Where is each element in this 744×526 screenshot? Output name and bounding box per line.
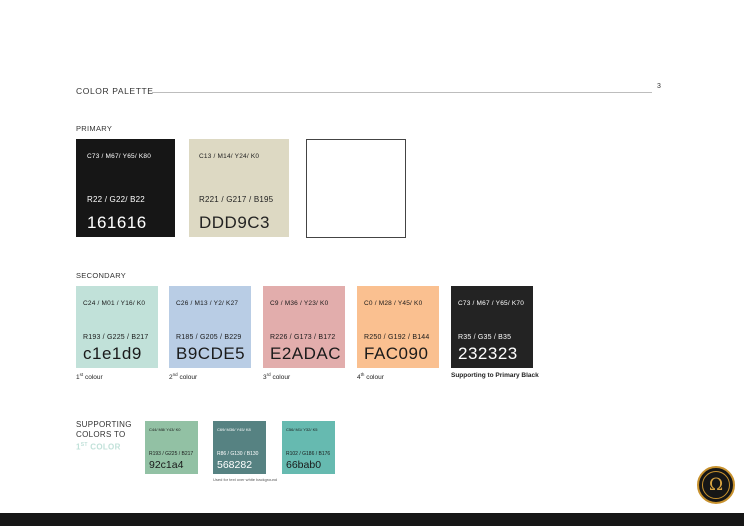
swatch-cmyk: C13 / M14/ Y24/ K0 — [199, 153, 260, 160]
swatch-hex: c1e1d9 — [83, 344, 142, 363]
swatch-rgb: R102 / G186 / B176 — [286, 451, 331, 457]
swatch-hex: B9CDE5 — [176, 344, 246, 363]
caption-2nd-colour: 2nd colour — [169, 372, 198, 382]
caption-4th-colour: 4th colour — [357, 372, 384, 382]
logo-glyph: Ω — [708, 475, 724, 495]
caption-3rd-colour: 3rd colour — [263, 372, 291, 382]
swatch-rgb: R250 / G192 / B144 — [364, 334, 430, 341]
swatch-primary-beige: C13 / M14/ Y24/ K0 R221 / G217 / B195 DD… — [189, 139, 289, 237]
supporting-title-accent: 1ST COLOR — [76, 442, 121, 452]
swatch-primary-black: C73 / M67/ Y65/ K80 R22 / G22/ B22 16161… — [76, 139, 175, 237]
swatch-cmyk: C9 / M36 / Y23/ K0 — [270, 300, 329, 307]
swatch-cmyk: C73 / M67/ Y65/ K80 — [87, 153, 152, 160]
swatch-rgb: R35 / G35 / B35 — [458, 334, 512, 341]
page-title: COLOR PALETTE — [76, 86, 154, 96]
swatch-hex: 568282 — [217, 459, 253, 471]
swatch-cmyk: C24 / M01 / Y16/ K0 — [83, 300, 146, 307]
footer-bar — [0, 513, 744, 526]
logo-ring: Ω — [702, 471, 730, 499]
swatch-supporting-sage: C44/ M8/ Y43/ K0 R193 / G225 / B217 92c1… — [145, 421, 198, 474]
swatch-supporting-teal-dark: C69/ M36/ Y45/ K8 R86 / G130 / B130 5682… — [213, 421, 266, 474]
primary-label: PRIMARY — [76, 124, 113, 133]
swatch-cmyk: C69/ M36/ Y45/ K8 — [217, 427, 251, 432]
swatch-rgb: R221 / G217 / B195 — [199, 195, 274, 204]
swatch-secondary-charcoal: C73 / M67 / Y65/ K70 R35 / G35 / B35 232… — [451, 286, 533, 368]
page-number: 3 — [657, 83, 661, 90]
supporting-note: Used for text over white background — [213, 477, 278, 482]
swatch-hex: 92c1a4 — [149, 459, 184, 471]
swatch-cmyk: C44/ M8/ Y43/ K0 — [149, 427, 181, 432]
swatch-hex: E2ADAC — [270, 344, 342, 363]
swatch-hex: 232323 — [458, 344, 518, 363]
swatch-secondary-blue: C26 / M13 / Y2/ K27 R185 / G205 / B229 B… — [169, 286, 251, 368]
swatch-hex: DDD9C3 — [199, 213, 271, 232]
swatch-cmyk: C56/ M1/ Y32/ K5 — [286, 427, 318, 432]
brand-logo-icon: Ω — [697, 466, 735, 504]
swatch-cmyk: C0 / M28 / Y45/ K0 — [364, 300, 423, 307]
swatch-rgb: R193 / G225 / B217 — [149, 451, 194, 457]
secondary-label: SECONDARY — [76, 271, 127, 280]
swatch-secondary-pink: C9 / M36 / Y23/ K0 R226 / G173 / B172 E2… — [263, 286, 345, 368]
swatch-primary-white — [306, 139, 406, 238]
swatch-rgb: R86 / G130 / B130 — [217, 451, 259, 457]
swatch-secondary-mint: C24 / M01 / Y16/ K0 R193 / G225 / B217 c… — [76, 286, 158, 368]
swatch-supporting-teal: C56/ M1/ Y32/ K5 R102 / G186 / B176 66ba… — [282, 421, 335, 474]
swatch-rgb: R193 / G225 / B217 — [83, 334, 149, 341]
swatch-cmyk: C26 / M13 / Y2/ K27 — [176, 300, 239, 307]
swatch-rgb: R226 / G173 / B172 — [270, 334, 336, 341]
swatch-hex: 66bab0 — [286, 459, 322, 471]
swatch-secondary-peach: C0 / M28 / Y45/ K0 R250 / G192 / B144 FA… — [357, 286, 439, 368]
caption-1st-colour: 1st colour — [76, 372, 103, 382]
swatch-hex: FAC090 — [364, 344, 429, 363]
swatch-rgb: R185 / G205 / B229 — [176, 334, 242, 341]
supporting-title: SUPPORTING COLORS TO 1ST COLOR — [76, 420, 132, 452]
caption-supporting-black: Supporting to Primary Black — [451, 372, 539, 379]
swatch-hex: 161616 — [87, 213, 147, 232]
swatch-rgb: R22 / G22/ B22 — [87, 195, 145, 204]
swatch-cmyk: C73 / M67 / Y65/ K70 — [458, 300, 525, 307]
title-divider — [152, 92, 652, 93]
